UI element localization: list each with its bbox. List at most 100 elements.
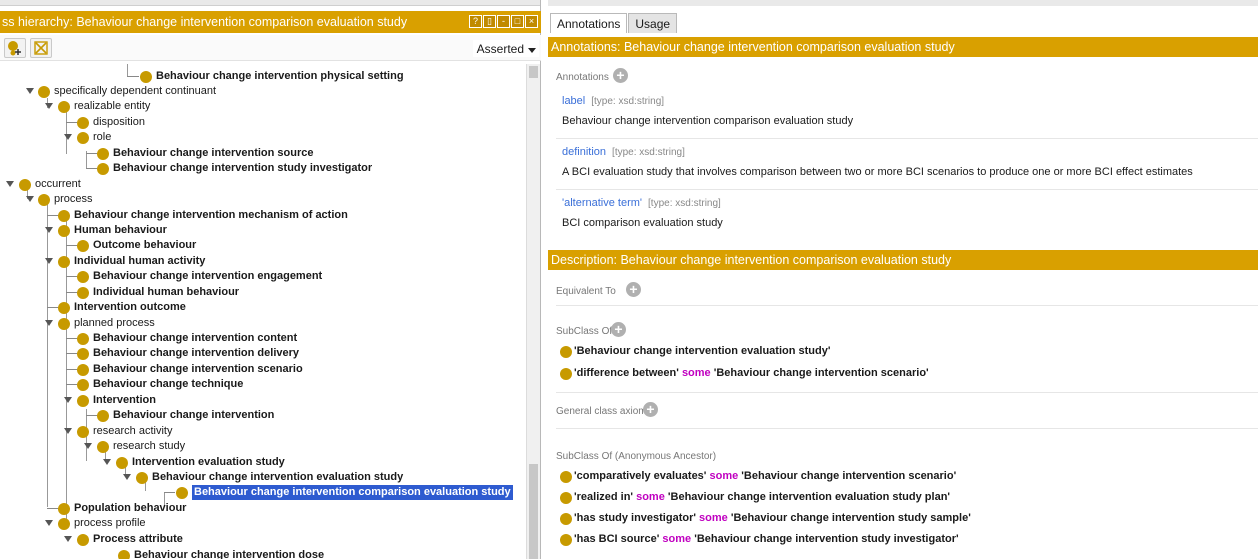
ancestor-axiom[interactable]: 'has study investigator' some 'Behaviour… — [560, 511, 971, 526]
delete-class-button[interactable] — [30, 38, 52, 58]
separator — [556, 305, 1258, 306]
class-icon — [58, 302, 70, 314]
add-superclass-button[interactable]: + — [611, 322, 626, 337]
class-icon — [116, 457, 128, 469]
class-icon — [176, 487, 188, 499]
expand-icon[interactable] — [26, 196, 34, 202]
class-icon — [118, 550, 130, 559]
annotation-type: [type: xsd:string] — [612, 147, 685, 158]
class-tree: Behaviour change intervention physical s… — [0, 64, 526, 559]
tree-guide — [66, 106, 67, 154]
separator — [556, 138, 1258, 139]
class-icon — [97, 441, 109, 453]
class-icon — [77, 117, 89, 129]
annotation-name[interactable]: label — [562, 95, 585, 107]
class-icon — [560, 492, 572, 504]
class-icon — [77, 426, 89, 438]
class-icon — [77, 132, 89, 144]
add-equivalent-button[interactable]: + — [626, 282, 641, 297]
float-button[interactable]: ▯ — [483, 15, 496, 28]
equivalent-to-title: Equivalent To — [556, 286, 616, 297]
expand-icon[interactable] — [103, 459, 111, 465]
expand-icon[interactable] — [64, 134, 72, 140]
expand-icon[interactable] — [6, 181, 14, 187]
add-annotation-button[interactable]: + — [613, 68, 628, 83]
tab-usage[interactable]: Usage — [628, 13, 678, 33]
class-icon — [560, 346, 572, 358]
annotation-name[interactable]: 'alternative term' — [562, 197, 642, 209]
class-icon — [77, 379, 89, 391]
superclass-axiom[interactable]: 'difference between' some 'Behaviour cha… — [560, 366, 929, 381]
subclass-of-title: SubClass Of — [556, 326, 613, 337]
expand-icon[interactable] — [45, 227, 53, 233]
class-icon — [97, 410, 109, 422]
class-icon — [140, 71, 152, 83]
separator — [556, 392, 1258, 393]
annotations-section-title: Annotations — [556, 72, 609, 83]
expand-icon[interactable] — [64, 428, 72, 434]
separator — [556, 189, 1258, 190]
annotation-name[interactable]: definition — [562, 146, 606, 158]
superclass-axiom[interactable]: 'Behaviour change intervention evaluatio… — [560, 344, 830, 359]
add-subclass-icon — [8, 41, 21, 56]
class-icon — [38, 194, 50, 206]
expand-icon[interactable] — [45, 258, 53, 264]
expand-icon[interactable] — [26, 88, 34, 94]
class-icon — [77, 287, 89, 299]
annotation-value: Behaviour change intervention comparison… — [562, 115, 854, 127]
class-icon — [560, 368, 572, 380]
ancestor-axiom[interactable]: 'realized in' some 'Behaviour change int… — [560, 490, 950, 505]
tree-guide — [47, 197, 48, 507]
add-general-axiom-button[interactable]: + — [643, 402, 658, 417]
tree-guide — [127, 64, 128, 76]
expand-icon[interactable] — [45, 103, 53, 109]
close-view-button[interactable]: × — [525, 15, 538, 28]
ancestor-axiom[interactable]: 'comparatively evaluates' some 'Behaviou… — [560, 469, 956, 484]
annotation-value: A BCI evaluation study that involves com… — [562, 166, 1193, 178]
expand-icon[interactable] — [123, 474, 131, 480]
expand-icon[interactable] — [64, 397, 72, 403]
expand-icon[interactable] — [84, 443, 92, 449]
tab-annotations[interactable]: Annotations — [550, 13, 628, 33]
top-strip — [548, 0, 1258, 6]
scroll-up-thumb[interactable] — [529, 66, 538, 78]
class-icon — [58, 210, 70, 222]
maximize-button[interactable]: □ — [511, 15, 524, 28]
ancestor-axiom[interactable]: 'has BCI source' some 'Behaviour change … — [560, 532, 959, 547]
hierarchy-mode-value: Asserted — [476, 42, 524, 56]
help-button[interactable]: ? — [469, 15, 482, 28]
hierarchy-mode-dropdown[interactable]: Asserted — [472, 40, 539, 57]
anonymous-ancestor-title: SubClass Of (Anonymous Ancestor) — [556, 451, 717, 462]
class-icon — [58, 503, 70, 515]
annotation-type: [type: xsd:string] — [591, 96, 665, 107]
scroll-thumb[interactable] — [529, 464, 538, 559]
expand-icon[interactable] — [45, 320, 53, 326]
minimize-button[interactable]: - — [497, 15, 510, 28]
class-icon — [560, 513, 572, 525]
class-details-panel: Annotations Usage Annotations: Behaviour… — [548, 0, 1258, 559]
class-icon — [58, 101, 70, 113]
class-icon — [560, 471, 572, 483]
annotation-value: BCI comparison evaluation study — [562, 217, 723, 229]
class-hierarchy-panel: ss hierarchy: Behaviour change intervent… — [0, 0, 541, 559]
expand-icon[interactable] — [45, 520, 53, 526]
general-axioms-title: General class axioms — [556, 406, 652, 417]
add-subclass-button[interactable] — [4, 38, 26, 58]
annotations-header: Annotations: Behaviour change interventi… — [548, 37, 1258, 57]
expand-icon[interactable] — [64, 536, 72, 542]
class-hierarchy-title: ss hierarchy: Behaviour change intervent… — [2, 15, 408, 29]
description-header: Description: Behaviour change interventi… — [548, 250, 1258, 270]
class-icon — [77, 348, 89, 360]
tree-scrollbar[interactable] — [526, 64, 540, 559]
separator — [556, 428, 1258, 429]
class-icon — [58, 256, 70, 268]
annotation-alternative-term: 'alternative term' [type: xsd:string] BCI… — [562, 197, 1258, 229]
class-icon — [77, 534, 89, 546]
class-icon — [38, 86, 50, 98]
annotation-type: [type: xsd:string] — [648, 198, 721, 209]
top-strip — [0, 0, 540, 6]
class-hierarchy-header: ss hierarchy: Behaviour change intervent… — [0, 11, 541, 33]
annotation-definition: definition [type: xsd:string] A BCI evalu… — [562, 146, 1258, 178]
class-icon — [97, 163, 109, 175]
class-icon — [97, 148, 109, 160]
